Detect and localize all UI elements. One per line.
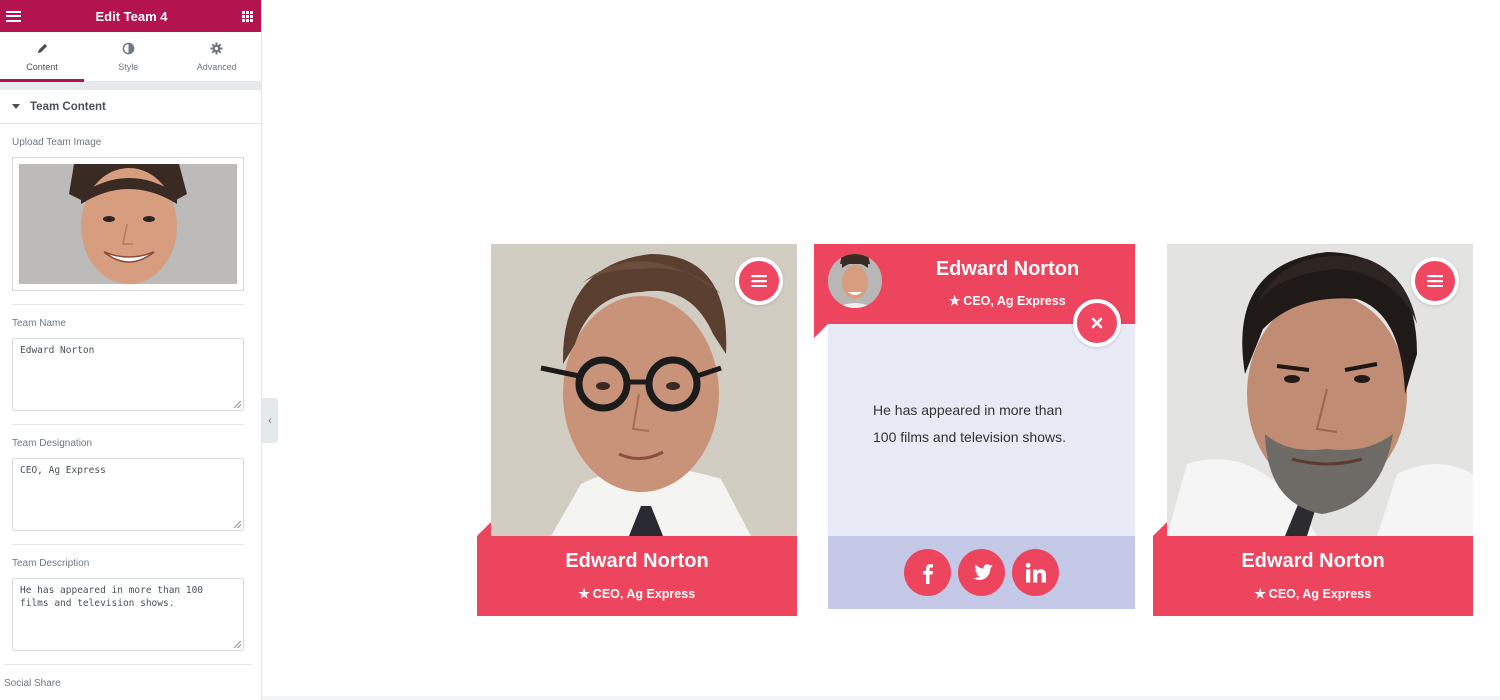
team-description: He has appeared in more than 100 films a… (873, 397, 1135, 451)
image-control: Upload Team Image (0, 137, 261, 291)
divider (12, 424, 244, 425)
name-control: Team Name Edward Norton (0, 318, 261, 411)
resize-grip-icon[interactable] (234, 521, 241, 528)
team-description-label: Team Description (12, 558, 90, 569)
panel-collapse-handle[interactable]: ‹ (262, 398, 278, 443)
panel-corner (1153, 522, 1167, 536)
tab-content[interactable]: Content (0, 32, 84, 82)
divider (12, 544, 244, 545)
editor-header: Edit Team 4 (0, 0, 261, 32)
description-line-2: 100 films and television shows. (873, 429, 1066, 445)
team-designation-label: Team Designation (12, 438, 93, 449)
team-card-1: Edward Norton ✯ CEO, Ag Express (477, 244, 797, 616)
description-control: Team Description He has appeared in more… (0, 558, 261, 651)
avatar (828, 254, 882, 308)
linkedin-button[interactable] (1012, 549, 1059, 596)
team-image-preview (19, 164, 237, 284)
tab-advanced[interactable]: Advanced (173, 32, 262, 81)
facebook-button[interactable] (904, 549, 951, 596)
menu-icon (1427, 275, 1443, 287)
team-description-field[interactable]: He has appeared in more than 100 films a… (12, 578, 244, 651)
twitter-button[interactable] (958, 549, 1005, 596)
team-name-label: Team Name (12, 318, 66, 329)
resize-grip-icon[interactable] (234, 401, 241, 408)
pencil-icon (36, 42, 49, 56)
widgets-grid-icon[interactable] (241, 10, 253, 22)
designation-text: CEO, Ag Express (1268, 587, 1372, 601)
card-menu-button[interactable] (735, 257, 783, 305)
team-name: Edward Norton (935, 258, 1080, 280)
team-name: Edward Norton (1241, 550, 1385, 572)
team-designation: ✯ CEO, Ag Express (1153, 586, 1473, 601)
team-designation-field[interactable]: CEO, Ag Express (12, 458, 244, 531)
social-control: Social Share (0, 678, 261, 689)
caret-down-icon (12, 104, 20, 109)
description-panel: He has appeared in more than 100 films a… (828, 324, 1135, 536)
card-menu-button[interactable] (1411, 257, 1459, 305)
social-share-label: Social Share (4, 678, 61, 689)
divider (12, 304, 244, 305)
menu-icon[interactable] (6, 10, 21, 22)
chevron-left-icon: ‹ (268, 414, 272, 427)
contrast-icon (122, 42, 135, 56)
designation-control: Team Designation CEO, Ag Express (0, 438, 261, 531)
linkedin-icon (1025, 562, 1046, 582)
canvas-bottom-edge (262, 696, 1500, 700)
editor-tabs: Content Style Advanced (0, 32, 261, 82)
star-icon: ✯ (578, 587, 590, 601)
team-designation: ✯ CEO, Ag Express (477, 586, 797, 601)
close-icon (1091, 317, 1103, 329)
resize-grip-icon[interactable] (234, 641, 241, 648)
facebook-icon (922, 563, 933, 584)
social-panel (828, 536, 1135, 609)
image-label: Upload Team Image (12, 137, 102, 148)
panel-corner (477, 522, 491, 536)
twitter-icon (972, 563, 993, 580)
team-card-2: Edward Norton ✯ CEO, Ag Express He has a… (814, 244, 1135, 610)
section-team-content[interactable]: Team Content (0, 90, 261, 124)
tab-advanced-label: Advanced (196, 61, 237, 72)
tabs-separator (0, 82, 261, 90)
editor-title: Edit Team 4 (95, 8, 168, 24)
designation-text: CEO, Ag Express (963, 294, 1066, 308)
tab-style-label: Style (118, 61, 139, 72)
team-image-upload[interactable] (12, 157, 244, 291)
name-panel: Edward Norton ✯ CEO, Ag Express (477, 536, 797, 616)
team-name-field[interactable]: Edward Norton (12, 338, 244, 411)
star-icon: ✯ (949, 294, 960, 308)
card-close-button[interactable] (1073, 299, 1121, 347)
gear-icon (210, 42, 223, 56)
description-line-1: He has appeared in more than (873, 402, 1063, 418)
section-title: Team Content (30, 100, 106, 113)
team-card-3: Edward Norton ✯ CEO, Ag Express (1153, 244, 1473, 616)
star-icon: ✯ (1254, 587, 1266, 601)
editor-panel: Edit Team 4 Content Style Advanced Team … (0, 0, 262, 700)
team-name: Edward Norton (565, 550, 709, 572)
designation-text: CEO, Ag Express (592, 587, 696, 601)
panel-corner (814, 324, 828, 338)
divider (4, 664, 252, 665)
tab-style[interactable]: Style (84, 32, 173, 81)
tab-content-label: Content (26, 61, 58, 72)
name-panel: Edward Norton ✯ CEO, Ag Express (1153, 536, 1473, 616)
menu-icon (751, 275, 767, 287)
